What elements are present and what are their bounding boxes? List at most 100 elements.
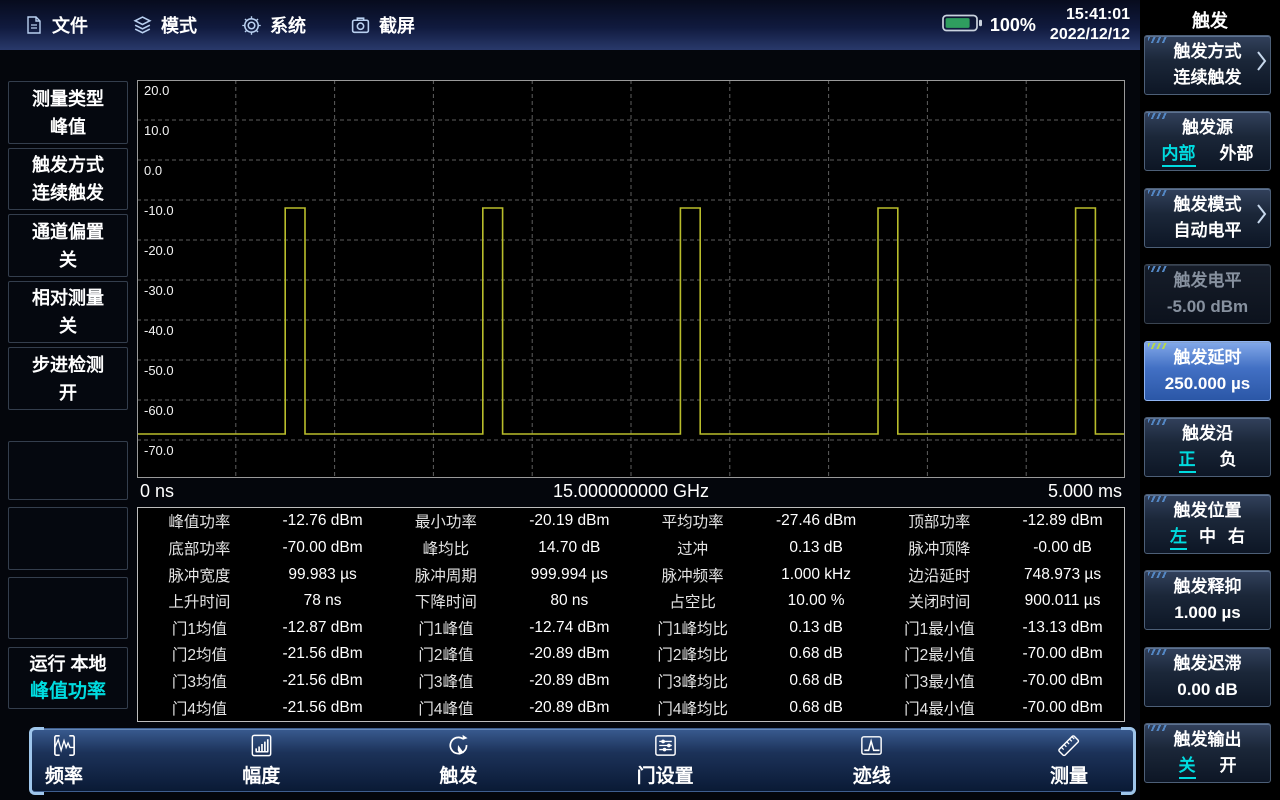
measurement-label: 门1峰均比 [631,614,754,641]
nav-item-label: 门设置 [637,761,694,788]
run-mode-text: 运行 本地 [29,650,106,678]
option-selected[interactable]: 左 [1170,526,1187,550]
measurement-label: 顶部功率 [878,508,1001,535]
trigger-delay-button[interactable]: 触发延时250.000 µs [1144,341,1271,401]
measurement-value: 0.68 dB [754,694,877,721]
measurement-value: -70.00 dBm [261,535,384,562]
svg-text:0.0: 0.0 [144,163,162,178]
menu-item-mode[interactable]: 模式 [132,12,197,38]
run-status-box: 运行 本地峰值功率 [8,647,128,709]
sidebar-button-relative-measure[interactable]: 相对测量关 [8,281,128,343]
measurement-label: 门2峰均比 [631,641,754,668]
top-menus: 文件 模式 系统 截屏 [0,12,415,38]
table-row: 门2均值-21.56 dBm门2峰值-20.89 dBm门2峰均比0.68 dB… [138,641,1125,668]
button-title: 触发电平 [1174,268,1242,294]
nav-item-trace[interactable]: 迹线 [853,732,891,788]
topbar-status-area: 100% 15:41:01 2022/12/12 [942,0,1130,50]
button-corner-decoration [1148,343,1167,349]
menu-item-label: 截屏 [379,12,415,38]
nav-item-label: 测量 [1050,761,1088,788]
trigger-position-button[interactable]: 触发位置左中右 [1144,494,1271,554]
button-corner-decoration [1148,190,1167,196]
option-selected[interactable]: 关 [1179,755,1196,779]
trigger-source-button[interactable]: 触发源内部外部 [1144,111,1271,171]
time-text: 15:41:01 [1050,5,1130,25]
table-row: 门4均值-21.56 dBm门4峰值-20.89 dBm门4峰均比0.68 dB… [138,694,1125,721]
option-unselected[interactable]: 外部 [1220,141,1254,167]
amplitude-icon [248,732,275,759]
measurement-label: 峰均比 [384,535,507,562]
option-selected[interactable]: 内部 [1162,143,1196,167]
trace-icon [858,732,885,759]
measurement-value: -21.56 dBm [261,694,384,721]
button-options: 关开 [1179,753,1237,779]
option-unselected[interactable]: 右 [1228,524,1245,550]
trigger-edge-button[interactable]: 触发沿正负 [1144,417,1271,477]
nav-item-trigger[interactable]: 触发 [439,732,477,788]
option-unselected[interactable]: 开 [1220,753,1237,779]
option-selected[interactable]: 正 [1179,449,1196,473]
menu-item-label: 系统 [270,12,306,38]
measurement-label: 脉冲周期 [384,561,507,588]
button-value: 自动电平 [1174,218,1242,244]
layers-icon [132,15,153,36]
measurement-value: 0.13 dB [754,535,877,562]
trigger-level-mode-button[interactable]: 触发模式自动电平 [1144,188,1271,248]
menu-item-system[interactable]: 系统 [241,12,306,38]
sidebar-button-title: 通道偏置 [32,218,104,246]
measurement-value: -70.00 dBm [1001,694,1124,721]
panel-title: 触发 [1140,0,1280,33]
trigger-output-button[interactable]: 触发输出关开 [1144,723,1271,783]
sidebar-button-measure-type[interactable]: 测量类型峰值 [8,81,128,144]
measurement-value: -21.56 dBm [261,668,384,695]
svg-text:20.0: 20.0 [144,83,169,98]
sidebar-button-title: 相对测量 [32,284,104,312]
x-axis-span-label: 5.000 ms [1048,481,1122,502]
nav-item-gate-settings[interactable]: 门设置 [637,732,694,788]
option-unselected[interactable]: 中 [1199,524,1216,550]
measurement-label: 门3最小值 [878,668,1001,695]
button-corner-decoration [1148,266,1167,272]
svg-text:-10.0: -10.0 [144,203,174,218]
measurement-label: 门4峰均比 [631,694,754,721]
trigger-hysteresis-button[interactable]: 触发迟滞0.00 dB [1144,647,1271,707]
button-title: 触发输出 [1174,727,1242,753]
gate-settings-icon [652,732,679,759]
measurement-label: 脉冲宽度 [138,561,261,588]
measurement-value: 0.13 dB [754,614,877,641]
measurement-label: 门1均值 [138,614,261,641]
nav-item-amplitude[interactable]: 幅度 [242,732,280,788]
trigger-method-button[interactable]: 触发方式连续触发 [1144,35,1271,95]
measurement-label: 占空比 [631,588,754,615]
measurement-label: 门1最小值 [878,614,1001,641]
nav-item-frequency[interactable]: 频率 [45,732,83,788]
sidebar-button-channel-offset[interactable]: 通道偏置关 [8,214,128,277]
button-value: 连续触发 [1174,65,1242,91]
button-title: 触发沿 [1182,421,1233,447]
sidebar-button-step-detect[interactable]: 步进检测开 [8,347,128,410]
menu-item-label: 模式 [161,12,197,38]
menu-item-file[interactable]: 文件 [24,12,88,38]
nav-item-label: 频率 [45,761,83,788]
battery-percent: 100% [990,15,1036,36]
measurement-label: 门2峰值 [384,641,507,668]
sidebar-button-trigger-mode[interactable]: 触发方式连续触发 [8,148,128,210]
svg-text:-30.0: -30.0 [144,283,174,298]
date-text: 2022/12/12 [1050,25,1130,45]
measurement-label: 门4均值 [138,694,261,721]
trigger-icon [445,732,472,759]
measurement-label: 峰值功率 [138,508,261,535]
trigger-holdoff-button[interactable]: 触发释抑1.000 µs [1144,570,1271,630]
menu-item-screenshot[interactable]: 截屏 [350,12,415,38]
measurement-value: 10.00 % [754,588,877,615]
measurement-value: 900.011 µs [1001,588,1124,615]
option-unselected[interactable]: 负 [1220,447,1237,473]
trigger-level-button[interactable]: 触发电平-5.00 dBm [1144,264,1271,324]
measurement-label: 门2最小值 [878,641,1001,668]
gear-icon [241,15,262,36]
table-row: 脉冲宽度99.983 µs脉冲周期999.994 µs脉冲频率1.000 kHz… [138,561,1125,588]
measurement-label: 门3峰值 [384,668,507,695]
button-title: 触发释抑 [1174,574,1242,600]
svg-text:-60.0: -60.0 [144,403,174,418]
nav-item-measure[interactable]: 测量 [1050,732,1088,788]
